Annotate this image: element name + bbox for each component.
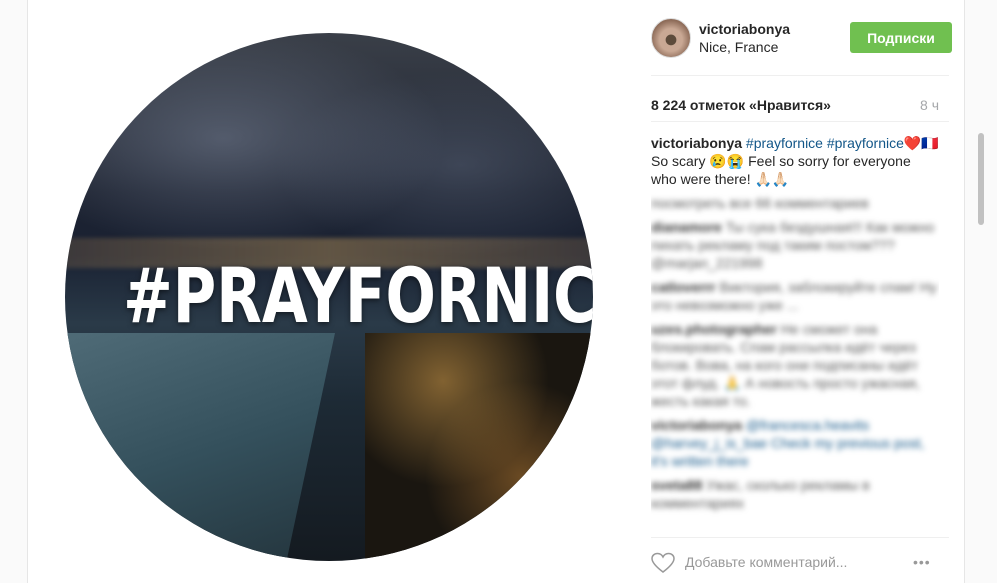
comment-username[interactable]: catloverrr: [651, 279, 716, 295]
view-all-comments-link[interactable]: посмотреть все 66 комментариев: [651, 194, 939, 212]
comment-item: catloverrr Виктория, заблокируйте спам! …: [651, 278, 939, 314]
add-comment-input[interactable]: Добавьте комментарий...: [685, 554, 847, 570]
comments-list: victoriabonya #prayfornice #prayfornice❤…: [651, 134, 939, 530]
bottom-divider: [651, 537, 949, 538]
comment-bar: Добавьте комментарий... •••: [651, 547, 949, 577]
comment-username[interactable]: sveta88: [651, 477, 702, 493]
caption-emoji: 🙏🏻🙏🏻: [754, 171, 790, 187]
caption-text: So scary: [651, 153, 710, 169]
comment-item: uzes.photographer Не сможет она блокиров…: [651, 320, 939, 410]
post-card: #PRAYFORNICE victoriabonya Nice, France …: [27, 0, 984, 583]
post-header: victoriabonya Nice, France Подписки: [651, 18, 952, 58]
comments-scrollbar[interactable]: [978, 133, 984, 528]
comment-username[interactable]: victoriabonya: [651, 417, 742, 433]
hashtag-link[interactable]: #prayfornice: [746, 135, 823, 151]
post-location[interactable]: Nice, France: [699, 39, 778, 55]
header-divider: [651, 75, 949, 76]
avatar[interactable]: [651, 18, 691, 58]
follow-button[interactable]: Подписки: [850, 22, 952, 53]
caption: victoriabonya #prayfornice #prayfornice❤…: [651, 134, 939, 188]
post-time[interactable]: 8 ч: [920, 97, 939, 113]
likes-count[interactable]: 8 224 отметок «Нравится»: [651, 97, 831, 113]
caption-emoji: ❤️🇫🇷: [903, 135, 939, 151]
likes-divider: [651, 121, 949, 122]
post-photo[interactable]: #PRAYFORNICE: [65, 33, 593, 561]
photo-city: [365, 333, 593, 561]
hashtag-link[interactable]: #prayfornice: [827, 135, 904, 151]
comment-item: dianamore Ты сука бездушная!!! Как можно…: [651, 218, 939, 272]
comment-item: victoriabonya @francesca.heavits @harvey…: [651, 416, 939, 470]
post-sidebar: victoriabonya Nice, France Подписки 8 22…: [636, 0, 984, 583]
comment-username[interactable]: uzes.photographer: [651, 321, 777, 337]
caption-emoji: 😢😭: [709, 153, 745, 169]
author-username[interactable]: victoriabonya: [699, 21, 790, 37]
comment-username[interactable]: dianamore: [651, 219, 722, 235]
caption-username[interactable]: victoriabonya: [651, 135, 742, 151]
photo-column: #PRAYFORNICE: [28, 0, 636, 583]
heart-icon[interactable]: [651, 552, 675, 574]
photo-overlay-text: #PRAYFORNICE: [123, 251, 593, 340]
scrollbar-thumb[interactable]: [978, 133, 984, 225]
more-options-icon[interactable]: •••: [913, 554, 931, 570]
comment-item: sveta88 Ужас, сколько рекламы в коммента…: [651, 476, 939, 512]
photo-sea: [65, 333, 336, 561]
